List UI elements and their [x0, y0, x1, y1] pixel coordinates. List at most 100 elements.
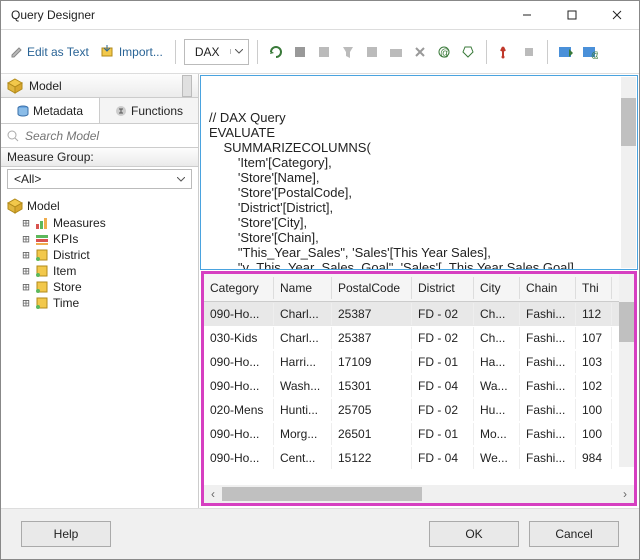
tool-icon-1[interactable]: [290, 42, 310, 62]
maximize-button[interactable]: [549, 1, 594, 29]
table-cell: 15301: [332, 375, 412, 397]
tree-item[interactable]: ⊞Store: [3, 279, 196, 295]
column-header[interactable]: Thi: [576, 277, 612, 299]
tree-root[interactable]: Model: [3, 197, 196, 215]
table-cell: 030-Kids: [204, 327, 274, 349]
scroll-left-arrow[interactable]: ‹: [204, 487, 222, 501]
tool-icon-5[interactable]: [386, 42, 406, 62]
table-cell: Fashi...: [520, 375, 576, 397]
tree-item[interactable]: ⊞Time: [3, 295, 196, 311]
expand-icon[interactable]: ⊞: [21, 264, 31, 278]
tree-item[interactable]: ⊞KPIs: [3, 231, 196, 247]
table-row[interactable]: 090-Ho...Charl...25387FD - 02Ch...Fashi.…: [204, 302, 634, 326]
recycle-icon[interactable]: [458, 42, 478, 62]
column-header[interactable]: PostalCode: [332, 277, 412, 299]
chevron-down-icon: [230, 49, 248, 54]
tab-functions[interactable]: Functions: [100, 98, 198, 123]
content: Model Metadata Functions Measure Group:: [1, 74, 639, 509]
table-cell: Fashi...: [520, 423, 576, 445]
splitter-grip[interactable]: [182, 75, 192, 97]
column-header[interactable]: City: [474, 277, 520, 299]
ok-button[interactable]: OK: [429, 521, 519, 547]
results-grid-container: CategoryNamePostalCodeDistrictCityChainT…: [201, 271, 637, 506]
table-cell: 17109: [332, 351, 412, 373]
import-button[interactable]: Import...: [97, 43, 167, 61]
table-cell: Ch...: [474, 327, 520, 349]
table-cell: 102: [576, 375, 612, 397]
tree-item-icon: [35, 264, 49, 278]
tool-icon-8[interactable]: [556, 42, 576, 62]
tree-item[interactable]: ⊞Measures: [3, 215, 196, 231]
table-row[interactable]: 020-MensHunti...25705FD - 02Hu...Fashi..…: [204, 398, 634, 422]
expand-icon[interactable]: ⊞: [21, 216, 31, 230]
cube-icon: [7, 78, 23, 94]
table-cell: 100: [576, 423, 612, 445]
column-header[interactable]: District: [412, 277, 474, 299]
table-row[interactable]: 090-Ho...Wash...15301FD - 04Wa...Fashi..…: [204, 374, 634, 398]
table-cell: Fashi...: [520, 351, 576, 373]
tree-item-icon: [35, 232, 49, 246]
table-cell: 090-Ho...: [204, 303, 274, 325]
table-cell: 090-Ho...: [204, 423, 274, 445]
table-row[interactable]: 090-Ho...Harri...17109FD - 01Ha...Fashi.…: [204, 350, 634, 374]
grid-vscroll-thumb[interactable]: [619, 302, 634, 342]
dax-query-editor[interactable]: // DAX QueryEVALUATE SUMMARIZECOLUMNS( '…: [200, 75, 638, 270]
code-scrollbar-thumb[interactable]: [621, 98, 636, 146]
results-grid: CategoryNamePostalCodeDistrictCityChainT…: [204, 274, 634, 485]
measure-group-select[interactable]: <All>: [7, 169, 192, 189]
table-cell: 25387: [332, 327, 412, 349]
tool-icon-2[interactable]: [314, 42, 334, 62]
grid-hscroll[interactable]: ‹ ›: [204, 485, 634, 503]
expand-icon[interactable]: ⊞: [21, 248, 31, 262]
scroll-right-arrow[interactable]: ›: [616, 487, 634, 501]
close-button[interactable]: [594, 1, 639, 29]
table-cell: FD - 02: [412, 327, 474, 349]
table-cell: Ha...: [474, 351, 520, 373]
expand-icon[interactable]: ⊞: [21, 232, 31, 246]
search-input[interactable]: [23, 128, 192, 144]
grid-header: CategoryNamePostalCodeDistrictCityChainT…: [204, 274, 634, 302]
model-panel-header: Model: [1, 74, 198, 98]
edit-as-text-button[interactable]: Edit as Text: [7, 43, 93, 61]
tree-item[interactable]: ⊞District: [3, 247, 196, 263]
expand-icon[interactable]: ⊞: [21, 280, 31, 294]
table-cell: Hu...: [474, 399, 520, 421]
table-row[interactable]: 090-Ho...Morg...26501FD - 01Mo...Fashi..…: [204, 422, 634, 446]
at-icon-2[interactable]: @: [580, 42, 600, 62]
table-cell: 25705: [332, 399, 412, 421]
language-select[interactable]: DAX: [184, 39, 249, 65]
column-header[interactable]: Category: [204, 277, 274, 299]
tree-item-icon: [35, 216, 49, 230]
table-cell: Fashi...: [520, 399, 576, 421]
help-button[interactable]: Help: [21, 521, 111, 547]
metadata-icon: [17, 105, 29, 117]
refresh-icon[interactable]: [266, 42, 286, 62]
table-cell: FD - 04: [412, 447, 474, 469]
run-icon[interactable]: [495, 42, 515, 62]
grid-hscroll-thumb[interactable]: [222, 487, 422, 501]
table-row[interactable]: 030-KidsCharl...25387FD - 02Ch...Fashi..…: [204, 326, 634, 350]
table-row[interactable]: 090-Ho...Cent...15122FD - 04We...Fashi..…: [204, 446, 634, 470]
table-cell: Mo...: [474, 423, 520, 445]
functions-icon: [115, 105, 127, 117]
bottom-bar: Help OK Cancel: [1, 509, 639, 559]
cancel-button[interactable]: Cancel: [529, 521, 619, 547]
expand-icon[interactable]: ⊞: [21, 296, 31, 310]
tool-icon-4[interactable]: [362, 42, 382, 62]
table-cell: Charl...: [274, 303, 332, 325]
table-cell: 020-Mens: [204, 399, 274, 421]
search-box[interactable]: [1, 124, 198, 148]
tree-item[interactable]: ⊞Item: [3, 263, 196, 279]
tool-icon-6[interactable]: [410, 42, 430, 62]
tool-icon-7[interactable]: [519, 42, 539, 62]
minimize-button[interactable]: [504, 1, 549, 29]
tool-icon-3[interactable]: [338, 42, 358, 62]
column-header[interactable]: Name: [274, 277, 332, 299]
tab-metadata[interactable]: Metadata: [1, 98, 100, 123]
window: Query Designer Edit as Text Import... DA…: [0, 0, 640, 560]
pencil-icon: [11, 46, 23, 58]
column-header[interactable]: Chain: [520, 277, 576, 299]
cube-icon: [7, 198, 23, 214]
table-cell: 112: [576, 303, 612, 325]
at-icon[interactable]: @: [434, 42, 454, 62]
